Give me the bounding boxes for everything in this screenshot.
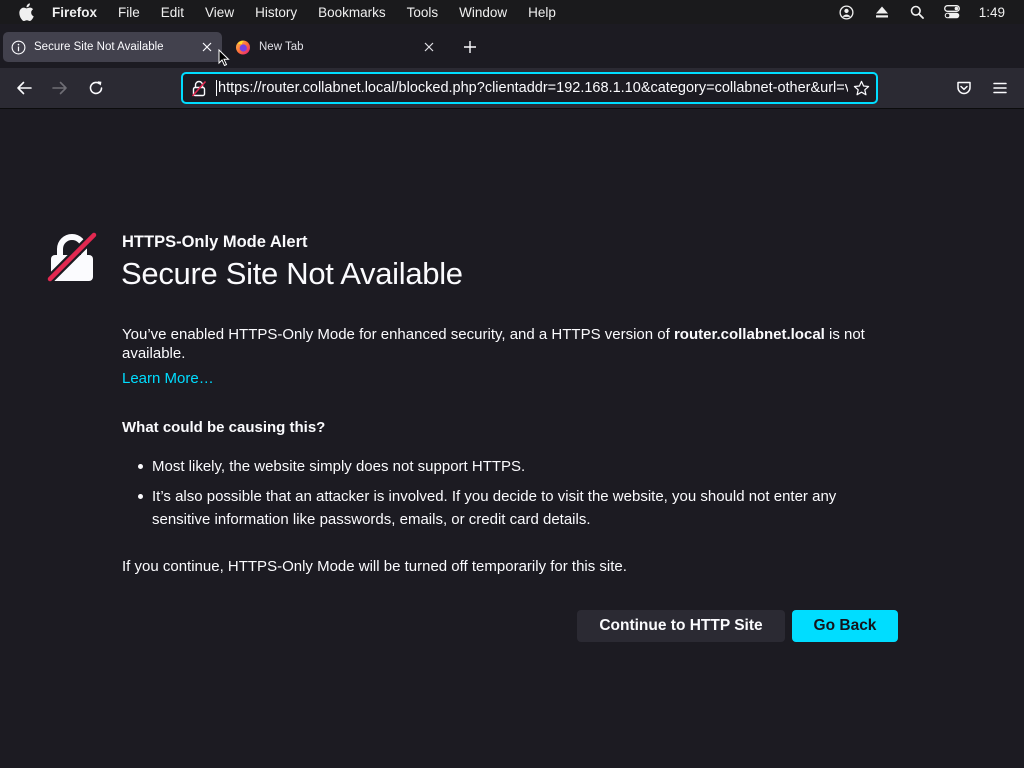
pocket-icon	[957, 81, 971, 95]
alert-intro: You’ve enabled HTTPS-Only Mode for enhan…	[122, 325, 892, 363]
cause-item: Most likely, the website simply does not…	[138, 455, 892, 478]
tab-title: New Tab	[259, 41, 304, 53]
eject-icon[interactable]	[874, 4, 890, 20]
causes-list: Most likely, the website simply does not…	[138, 455, 892, 538]
forward-button[interactable]	[50, 78, 70, 98]
page-content: HTTPS-Only Mode Alert Secure Site Not Av…	[0, 110, 1024, 768]
broken-lock-icon	[46, 231, 98, 283]
menu-window[interactable]: Window	[459, 5, 507, 20]
menu-edit[interactable]: Edit	[161, 5, 184, 20]
menubar-clock[interactable]: 1:49	[979, 5, 1005, 20]
apple-logo-icon[interactable]	[18, 3, 36, 21]
control-center-icon[interactable]	[943, 4, 960, 20]
tab-strip: Secure Site Not Available New Tab	[0, 24, 1024, 68]
alert-eyebrow: HTTPS-Only Mode Alert	[122, 233, 308, 251]
new-tab-button[interactable]	[460, 37, 480, 57]
menu-help[interactable]: Help	[528, 5, 556, 20]
spotlight-search-icon[interactable]	[909, 4, 925, 20]
back-button[interactable]	[14, 78, 34, 98]
blocked-host: router.collabnet.local	[673, 326, 825, 343]
info-icon	[10, 39, 26, 55]
menu-view[interactable]: View	[205, 5, 234, 20]
menu-history[interactable]: History	[255, 5, 297, 20]
app-menu-button[interactable]	[990, 78, 1010, 98]
hamburger-menu-icon	[993, 82, 1007, 94]
bookmark-star-icon[interactable]	[852, 79, 870, 97]
close-tab-icon[interactable]	[199, 39, 215, 55]
menu-bookmarks[interactable]: Bookmarks	[318, 5, 386, 20]
insecure-lock-icon[interactable]	[190, 79, 208, 97]
pocket-button[interactable]	[954, 78, 974, 98]
go-back-button[interactable]: Go Back	[792, 610, 898, 642]
causes-heading: What could be causing this?	[122, 419, 326, 436]
menu-file[interactable]: File	[118, 5, 140, 20]
reload-icon	[89, 81, 103, 95]
plus-icon	[464, 41, 476, 53]
tab-secure-site-not-available[interactable]: Secure Site Not Available	[3, 32, 222, 62]
macos-menubar: Firefox File Edit View History Bookmarks…	[0, 0, 1024, 24]
reload-button[interactable]	[86, 78, 106, 98]
back-arrow-icon	[17, 81, 32, 95]
firefox-logo-icon	[235, 39, 251, 55]
tab-new-tab[interactable]: New Tab	[228, 32, 444, 62]
learn-more-link[interactable]: Learn More…	[122, 370, 214, 387]
mouse-cursor-icon	[218, 48, 230, 67]
continue-to-http-button[interactable]: Continue to HTTP Site	[577, 610, 785, 642]
cause-item: It’s also possible that an attacker is i…	[138, 485, 892, 531]
navigation-toolbar: https://router.collabnet.local/blocked.p…	[0, 68, 1024, 109]
forward-arrow-icon	[52, 81, 67, 95]
address-bar[interactable]: https://router.collabnet.local/blocked.p…	[181, 72, 878, 104]
continue-note: If you continue, HTTPS-Only Mode will be…	[122, 558, 627, 575]
intro-text: You’ve enabled HTTPS-Only Mode for enhan…	[122, 326, 674, 343]
page-title: Secure Site Not Available	[121, 256, 463, 291]
menu-app-firefox[interactable]: Firefox	[52, 5, 97, 20]
menu-tools[interactable]: Tools	[407, 5, 439, 20]
url-input[interactable]: https://router.collabnet.local/blocked.p…	[216, 80, 848, 96]
tab-title: Secure Site Not Available	[34, 41, 164, 53]
close-tab-icon[interactable]	[421, 39, 437, 55]
user-account-icon[interactable]	[839, 4, 855, 20]
